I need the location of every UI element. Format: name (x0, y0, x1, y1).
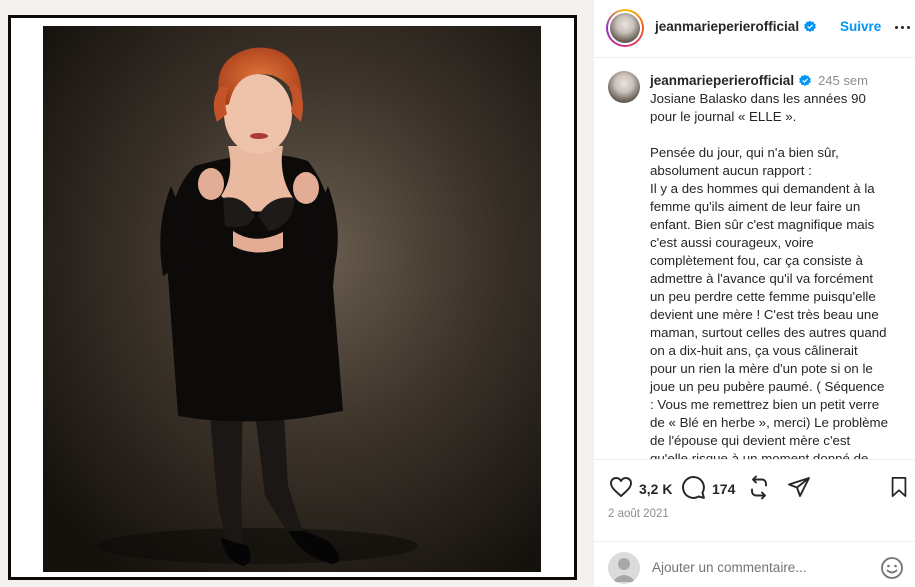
comment-icon[interactable] (681, 475, 706, 500)
caption-line: c'est aussi courageux, voire (650, 235, 814, 250)
caption-line: Il y a des hommes qui demandent à la (650, 181, 875, 196)
caption-line: de l'épouse qui devient mère c'est (650, 433, 851, 448)
portrait-illustration (43, 26, 541, 572)
post-photo[interactable] (43, 26, 541, 572)
caption-line: pour le journal « ELLE ». (650, 109, 797, 124)
caption-line: joue un peu pubère paumé. ( Séquence (650, 379, 885, 394)
caption-avatar[interactable] (608, 71, 640, 103)
header-avatar[interactable] (606, 9, 644, 47)
caption-line: pour un rien la mère d'un pote si on le (650, 361, 873, 376)
caption-username[interactable]: jeanmarieperierofficial (650, 73, 794, 88)
like-count[interactable]: 3,2 K (639, 481, 672, 497)
share-icon[interactable] (787, 475, 811, 499)
caption-line: admettre à l'avance qu'il va forcément (650, 271, 874, 286)
heart-icon[interactable] (608, 475, 634, 499)
caption-line: un peu perdre cette femme puisqu'elle (650, 289, 876, 304)
caption-line: femme qu'ils aiment de leur faire un (650, 199, 861, 214)
caption-line: : Vous me remettrez bien un petit verre (650, 397, 880, 412)
avatar-photo (610, 13, 640, 43)
more-options-icon[interactable] (892, 16, 912, 38)
emoji-icon[interactable] (880, 556, 904, 580)
comment-count[interactable]: 174 (712, 481, 735, 497)
verified-badge-icon (799, 74, 811, 86)
post-side-panel: jeanmarieperierofficial Suivre jeanmarie… (593, 0, 915, 587)
caption-line: complètement fou, car ça consiste à (650, 253, 863, 268)
header-username[interactable]: jeanmarieperierofficial (655, 19, 799, 34)
caption-line: qu'elle risque à un moment donné de (650, 451, 869, 460)
photo-frame (8, 15, 577, 580)
caption-line: Pensée du jour, qui n'a bien sûr, (650, 145, 839, 160)
repost-icon[interactable] (747, 475, 771, 500)
comment-composer (594, 541, 915, 587)
follow-button[interactable]: Suivre (840, 19, 881, 34)
comment-input[interactable] (652, 556, 872, 578)
caption-line: absolument aucun rapport : (650, 163, 812, 178)
default-avatar-icon (612, 558, 636, 582)
bookmark-icon[interactable] (888, 475, 910, 499)
caption-line: Josiane Balasko dans les années 90 (650, 91, 866, 106)
caption-line: de « Blé en herbe », merci) Le problème (650, 415, 889, 430)
post-actions-bar: 3,2 K 174 (594, 462, 915, 510)
post-media-area (0, 0, 593, 587)
caption-section: jeanmarieperierofficial 245 sem Josiane … (594, 59, 915, 460)
caption-line: on a dix-huit ans, ça vous câlinerait (650, 343, 858, 358)
caption-line: enfant. Bien sûr c'est magnifique mais (650, 217, 875, 232)
caption-line: maman, surtout celles des autres quand (650, 325, 887, 340)
caption-text: Josiane Balasko dans les années 90 pour … (650, 90, 902, 460)
post-header: jeanmarieperierofficial Suivre (594, 0, 915, 58)
verified-badge-icon (804, 20, 816, 32)
post-time-ago[interactable]: 245 sem (818, 73, 868, 88)
caption-header: jeanmarieperierofficial 245 sem (650, 73, 868, 88)
header-username-block[interactable]: jeanmarieperierofficial (655, 19, 817, 34)
current-user-avatar[interactable] (608, 552, 640, 584)
post-date[interactable]: 2 août 2021 (608, 508, 669, 520)
caption-line: devient une mère ! C'est très beau une (650, 307, 879, 322)
